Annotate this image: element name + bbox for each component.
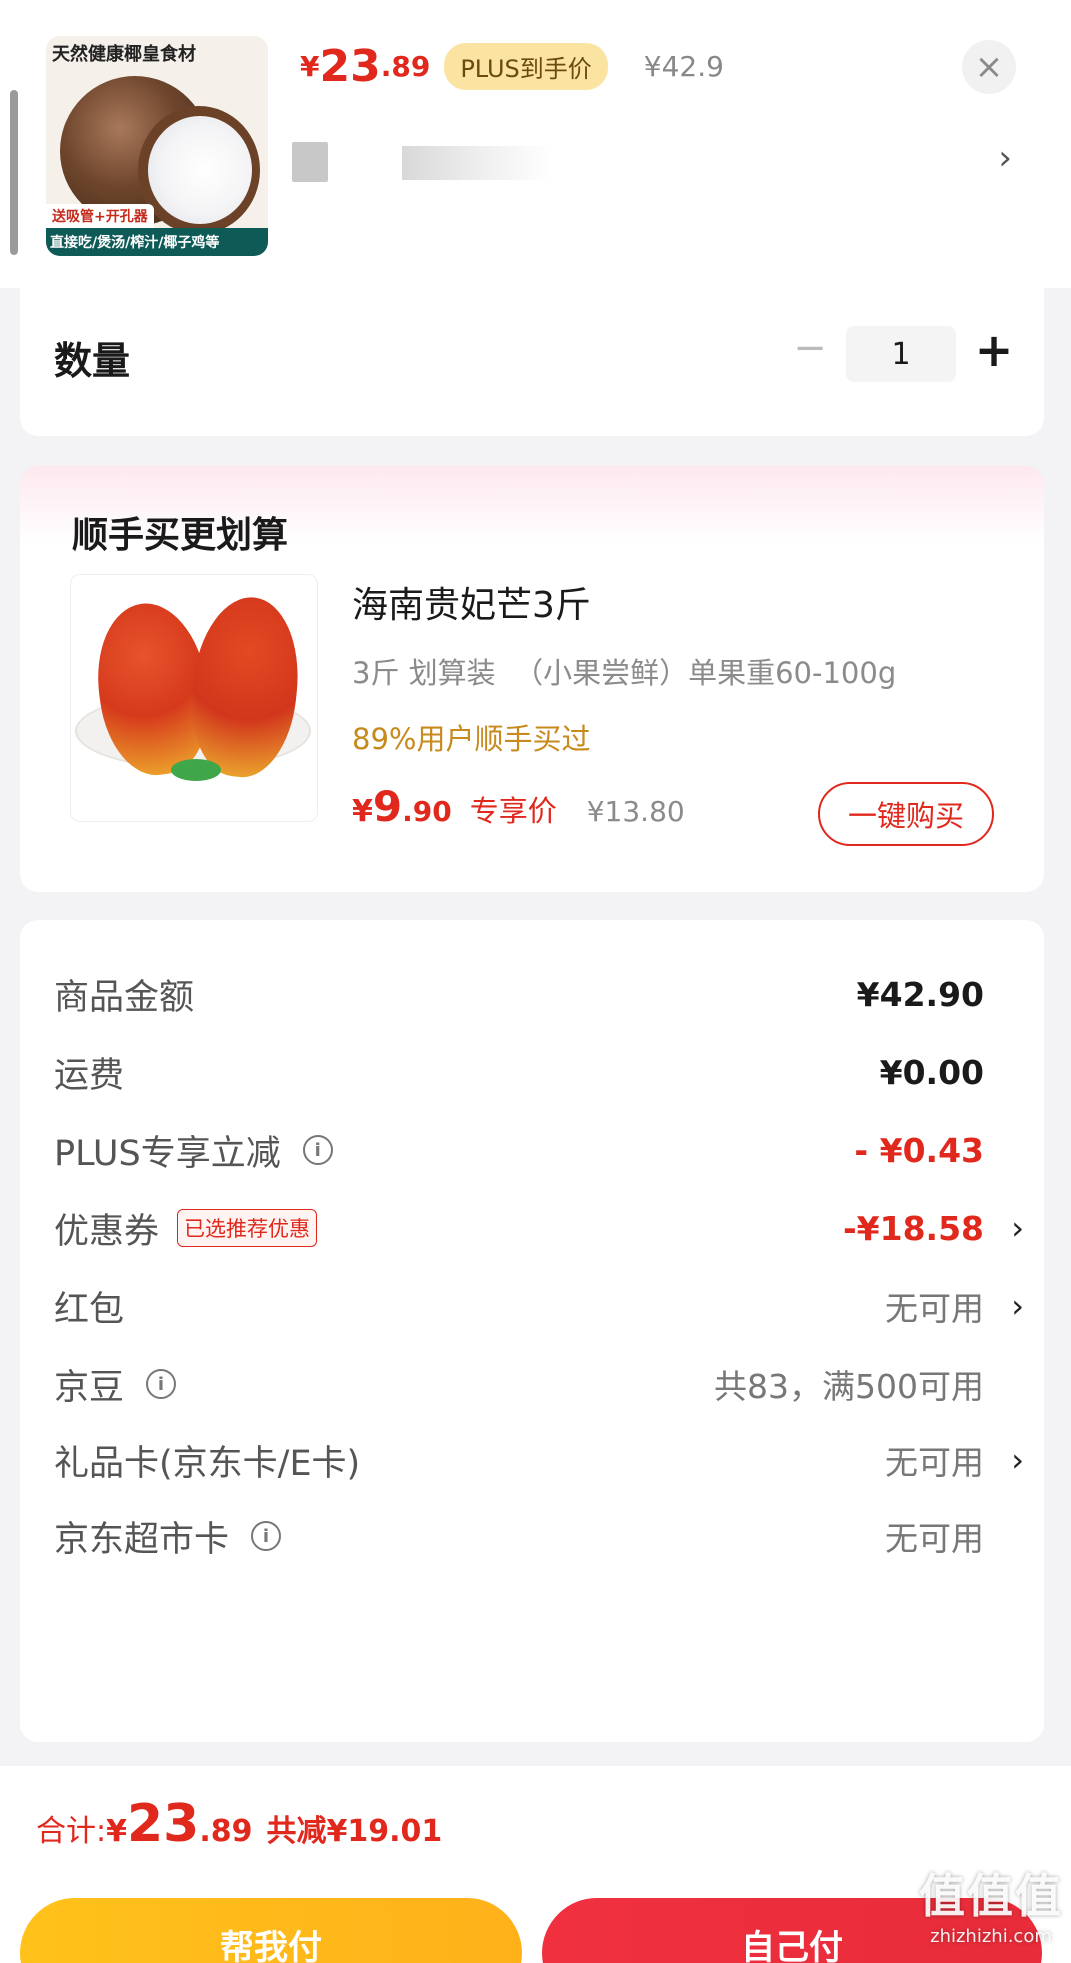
upsell-title: 顺手买更划算	[72, 515, 289, 556]
chevron-right-icon: ›	[1011, 1441, 1024, 1479]
summary-label: PLUS专享立减	[54, 1133, 281, 1174]
quantity-label: 数量	[54, 339, 131, 383]
blurred-spec-text	[402, 146, 552, 180]
price-currency: ¥	[300, 49, 320, 83]
upsell-product-name[interactable]: 海南贵妃芒3斤	[352, 576, 591, 628]
price-decimal: .89	[380, 49, 431, 83]
info-icon[interactable]: i	[251, 1521, 282, 1551]
thumbnail-title: 天然健康椰皇食材	[52, 44, 196, 65]
one-click-buy-button[interactable]: 一键购买	[818, 782, 994, 846]
info-icon[interactable]: i	[146, 1369, 177, 1399]
price-summary-card: 商品金额 ¥42.90 运费 ¥0.00 PLUS专享立减 i - ¥0.43 …	[20, 920, 1044, 1742]
summary-row-goods-amount: 商品金额 ¥42.90	[54, 964, 1024, 1024]
product-header: 天然健康椰皇食材 送吸管+开孔器 直接吃/煲汤/榨汁/椰子鸡等 ¥ 23 .89…	[0, 0, 1071, 288]
upsell-product-spec: 3斤 划算装 （小果尝鲜）单果重60-100g	[352, 656, 897, 690]
info-icon[interactable]: i	[302, 1135, 333, 1165]
blurred-spec-text	[292, 142, 328, 182]
product-price-row: ¥ 23 .89 PLUS到手价 ¥42.9	[300, 38, 724, 94]
quantity-input[interactable]: 1	[846, 326, 956, 382]
summary-value: ¥42.90	[856, 974, 984, 1014]
help-me-pay-button[interactable]: 帮我付	[20, 1898, 522, 1963]
summary-row-plus-discount: PLUS专享立减 i - ¥0.43	[54, 1120, 1024, 1180]
summary-row-coupon[interactable]: 优惠券 已选推荐优惠 -¥18.58 ›	[54, 1198, 1024, 1258]
summary-value: 无可用	[885, 1519, 984, 1558]
chevron-right-icon: ›	[998, 138, 1012, 178]
coconut-meat-image	[148, 116, 252, 224]
summary-row-gift-card[interactable]: 礼品卡(京东卡/E卡) 无可用 ›	[54, 1430, 1024, 1490]
total-decimal: .89	[199, 1814, 253, 1849]
summary-label: 京豆	[54, 1367, 125, 1408]
summary-label-wrap: 京豆 i	[54, 1354, 177, 1414]
summary-row-shipping: 运费 ¥0.00	[54, 1042, 1024, 1102]
close-icon[interactable]: ×	[962, 40, 1016, 94]
product-thumbnail: 天然健康椰皇食材 送吸管+开孔器 直接吃/煲汤/榨汁/椰子鸡等	[46, 36, 268, 256]
plus-price-badge: PLUS到手价	[444, 42, 608, 90]
summary-row-red-packet[interactable]: 红包 无可用 ›	[54, 1276, 1024, 1336]
upsell-original-price: ¥13.80	[586, 795, 685, 828]
chevron-right-icon: ›	[1011, 1287, 1024, 1325]
summary-value: - ¥0.43	[854, 1130, 984, 1170]
summary-value: ¥0.00	[879, 1052, 984, 1092]
leaf-image	[171, 759, 221, 781]
summary-row-jd-beans: 京豆 i 共83，满500可用	[54, 1354, 1024, 1414]
watermark-site: zhizhizhi.com	[930, 1926, 1052, 1947]
summary-value: 无可用	[885, 1443, 984, 1482]
price-integer: 23	[319, 40, 381, 92]
total-row: 合计: ¥ 23 .89 共减¥19.01	[36, 1794, 442, 1854]
original-price: ¥42.9	[643, 49, 724, 83]
summary-label: 红包	[54, 1289, 125, 1330]
summary-label: 京东超市卡	[54, 1519, 230, 1560]
summary-row-supermarket-card: 京东超市卡 i 无可用	[54, 1506, 1024, 1566]
chevron-right-icon: ›	[1011, 1209, 1024, 1247]
total-integer: 23	[126, 1794, 200, 1854]
summary-value: 共83，满500可用	[714, 1367, 984, 1406]
quantity-plus-button[interactable]: +	[972, 323, 1016, 377]
scrollbar[interactable]	[10, 90, 18, 255]
upsell-social-proof: 89%用户顺手买过	[352, 722, 591, 756]
thumbnail-gift-tag: 送吸管+开孔器	[46, 204, 154, 228]
thumbnail-usage-banner: 直接吃/煲汤/榨汁/椰子鸡等	[46, 228, 268, 256]
total-label: 合计:	[36, 1814, 107, 1849]
summary-label: 优惠券	[54, 1211, 160, 1252]
summary-value: 无可用	[885, 1289, 984, 1328]
summary-label: 运费	[54, 1055, 125, 1096]
quantity-card: 数量 − 1 +	[20, 288, 1044, 436]
summary-label: 商品金额	[54, 977, 195, 1018]
quantity-minus-button[interactable]: −	[790, 325, 830, 371]
total-currency: ¥	[106, 1814, 127, 1849]
summary-label-wrap: 优惠券 已选推荐优惠	[54, 1198, 318, 1258]
watermark-logo: 值值值	[919, 1869, 1063, 1923]
checkout-footer: 合计: ¥ 23 .89 共减¥19.01 帮我付 自己付	[0, 1766, 1071, 1963]
summary-label-wrap: PLUS专享立减 i	[54, 1120, 333, 1180]
spec-selector[interactable]: ›	[292, 136, 1012, 186]
upsell-card: 顺手买更划算 海南贵妃芒3斤 3斤 划算装 （小果尝鲜）单果重60-100g 8…	[20, 466, 1044, 892]
summary-value: -¥18.58	[842, 1208, 984, 1248]
upsell-price-tag: 专享价	[469, 794, 557, 828]
summary-label: 礼品卡(京东卡/E卡)	[54, 1443, 361, 1484]
upsell-price-currency: ¥	[352, 794, 373, 829]
upsell-price-integer: 9	[372, 782, 403, 831]
site-watermark: 值值值 zhizhizhi.com	[919, 1860, 1063, 1947]
upsell-product-image[interactable]	[70, 574, 318, 822]
summary-label-wrap: 京东超市卡 i	[54, 1506, 282, 1566]
coupon-selected-tag: 已选推荐优惠	[177, 1209, 318, 1247]
upsell-price-row: ¥ 9 .90 专享价 ¥13.80	[352, 782, 685, 831]
total-saved: 共减¥19.01	[266, 1814, 443, 1849]
upsell-price-decimal: .90	[402, 795, 452, 828]
